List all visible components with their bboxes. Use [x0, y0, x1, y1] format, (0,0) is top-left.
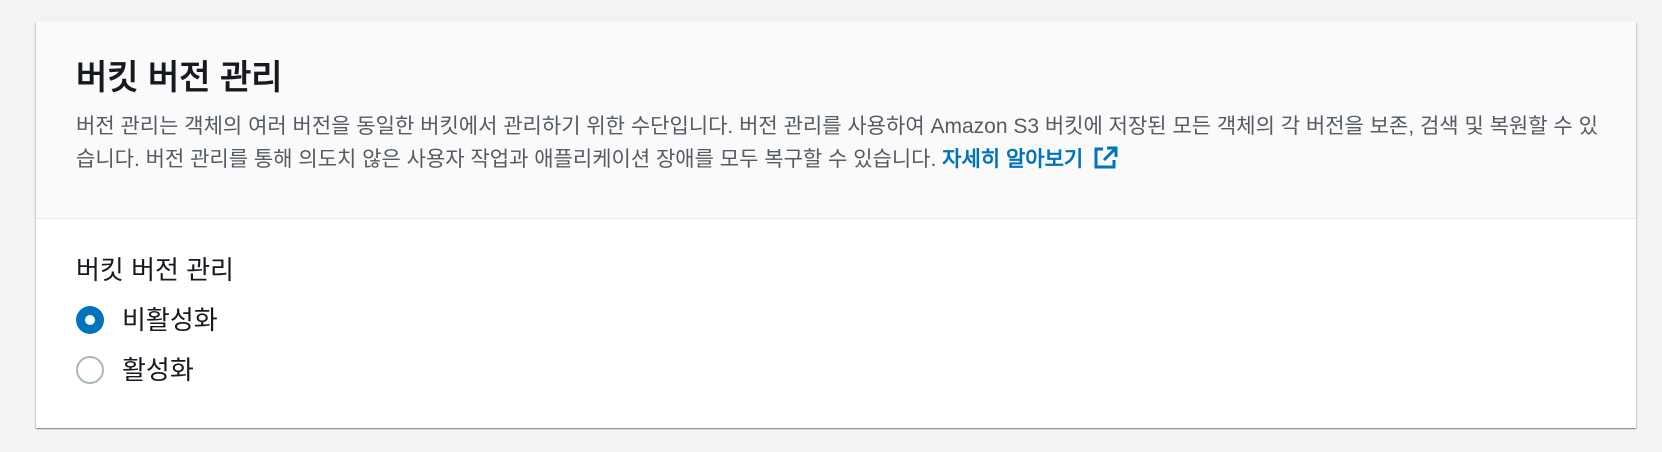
learn-more-label: 자세히 알아보기 [942, 148, 1084, 171]
learn-more-link[interactable]: 자세히 알아보기 [942, 146, 1119, 171]
description-text: 버전 관리는 객체의 여러 버전을 동일한 버킷에서 관리하기 위한 수단입니다… [76, 115, 1598, 171]
bucket-versioning-panel: 버킷 버전 관리 버전 관리는 객체의 여러 버전을 동일한 버킷에서 관리하기… [36, 22, 1636, 428]
radio-label-disable: 비활성화 [122, 305, 218, 335]
versioning-field-label: 버킷 버전 관리 [76, 255, 234, 285]
radio-option-disable[interactable]: 비활성화 [76, 303, 1596, 337]
radio-button-disable[interactable] [76, 306, 104, 334]
radio-label-enable: 활성화 [122, 355, 194, 385]
panel-title: 버킷 버전 관리 [76, 59, 283, 97]
radio-button-enable[interactable] [76, 356, 104, 384]
panel-body: 버킷 버전 관리 비활성화 활성화 [36, 219, 1636, 387]
external-link-icon [1093, 146, 1119, 170]
panel-description: 버전 관리는 객체의 여러 버전을 동일한 버킷에서 관리하기 위한 수단입니다… [76, 110, 1606, 176]
panel-header: 버킷 버전 관리 버전 관리는 객체의 여러 버전을 동일한 버킷에서 관리하기… [36, 22, 1636, 219]
radio-option-enable[interactable]: 활성화 [76, 353, 1596, 387]
